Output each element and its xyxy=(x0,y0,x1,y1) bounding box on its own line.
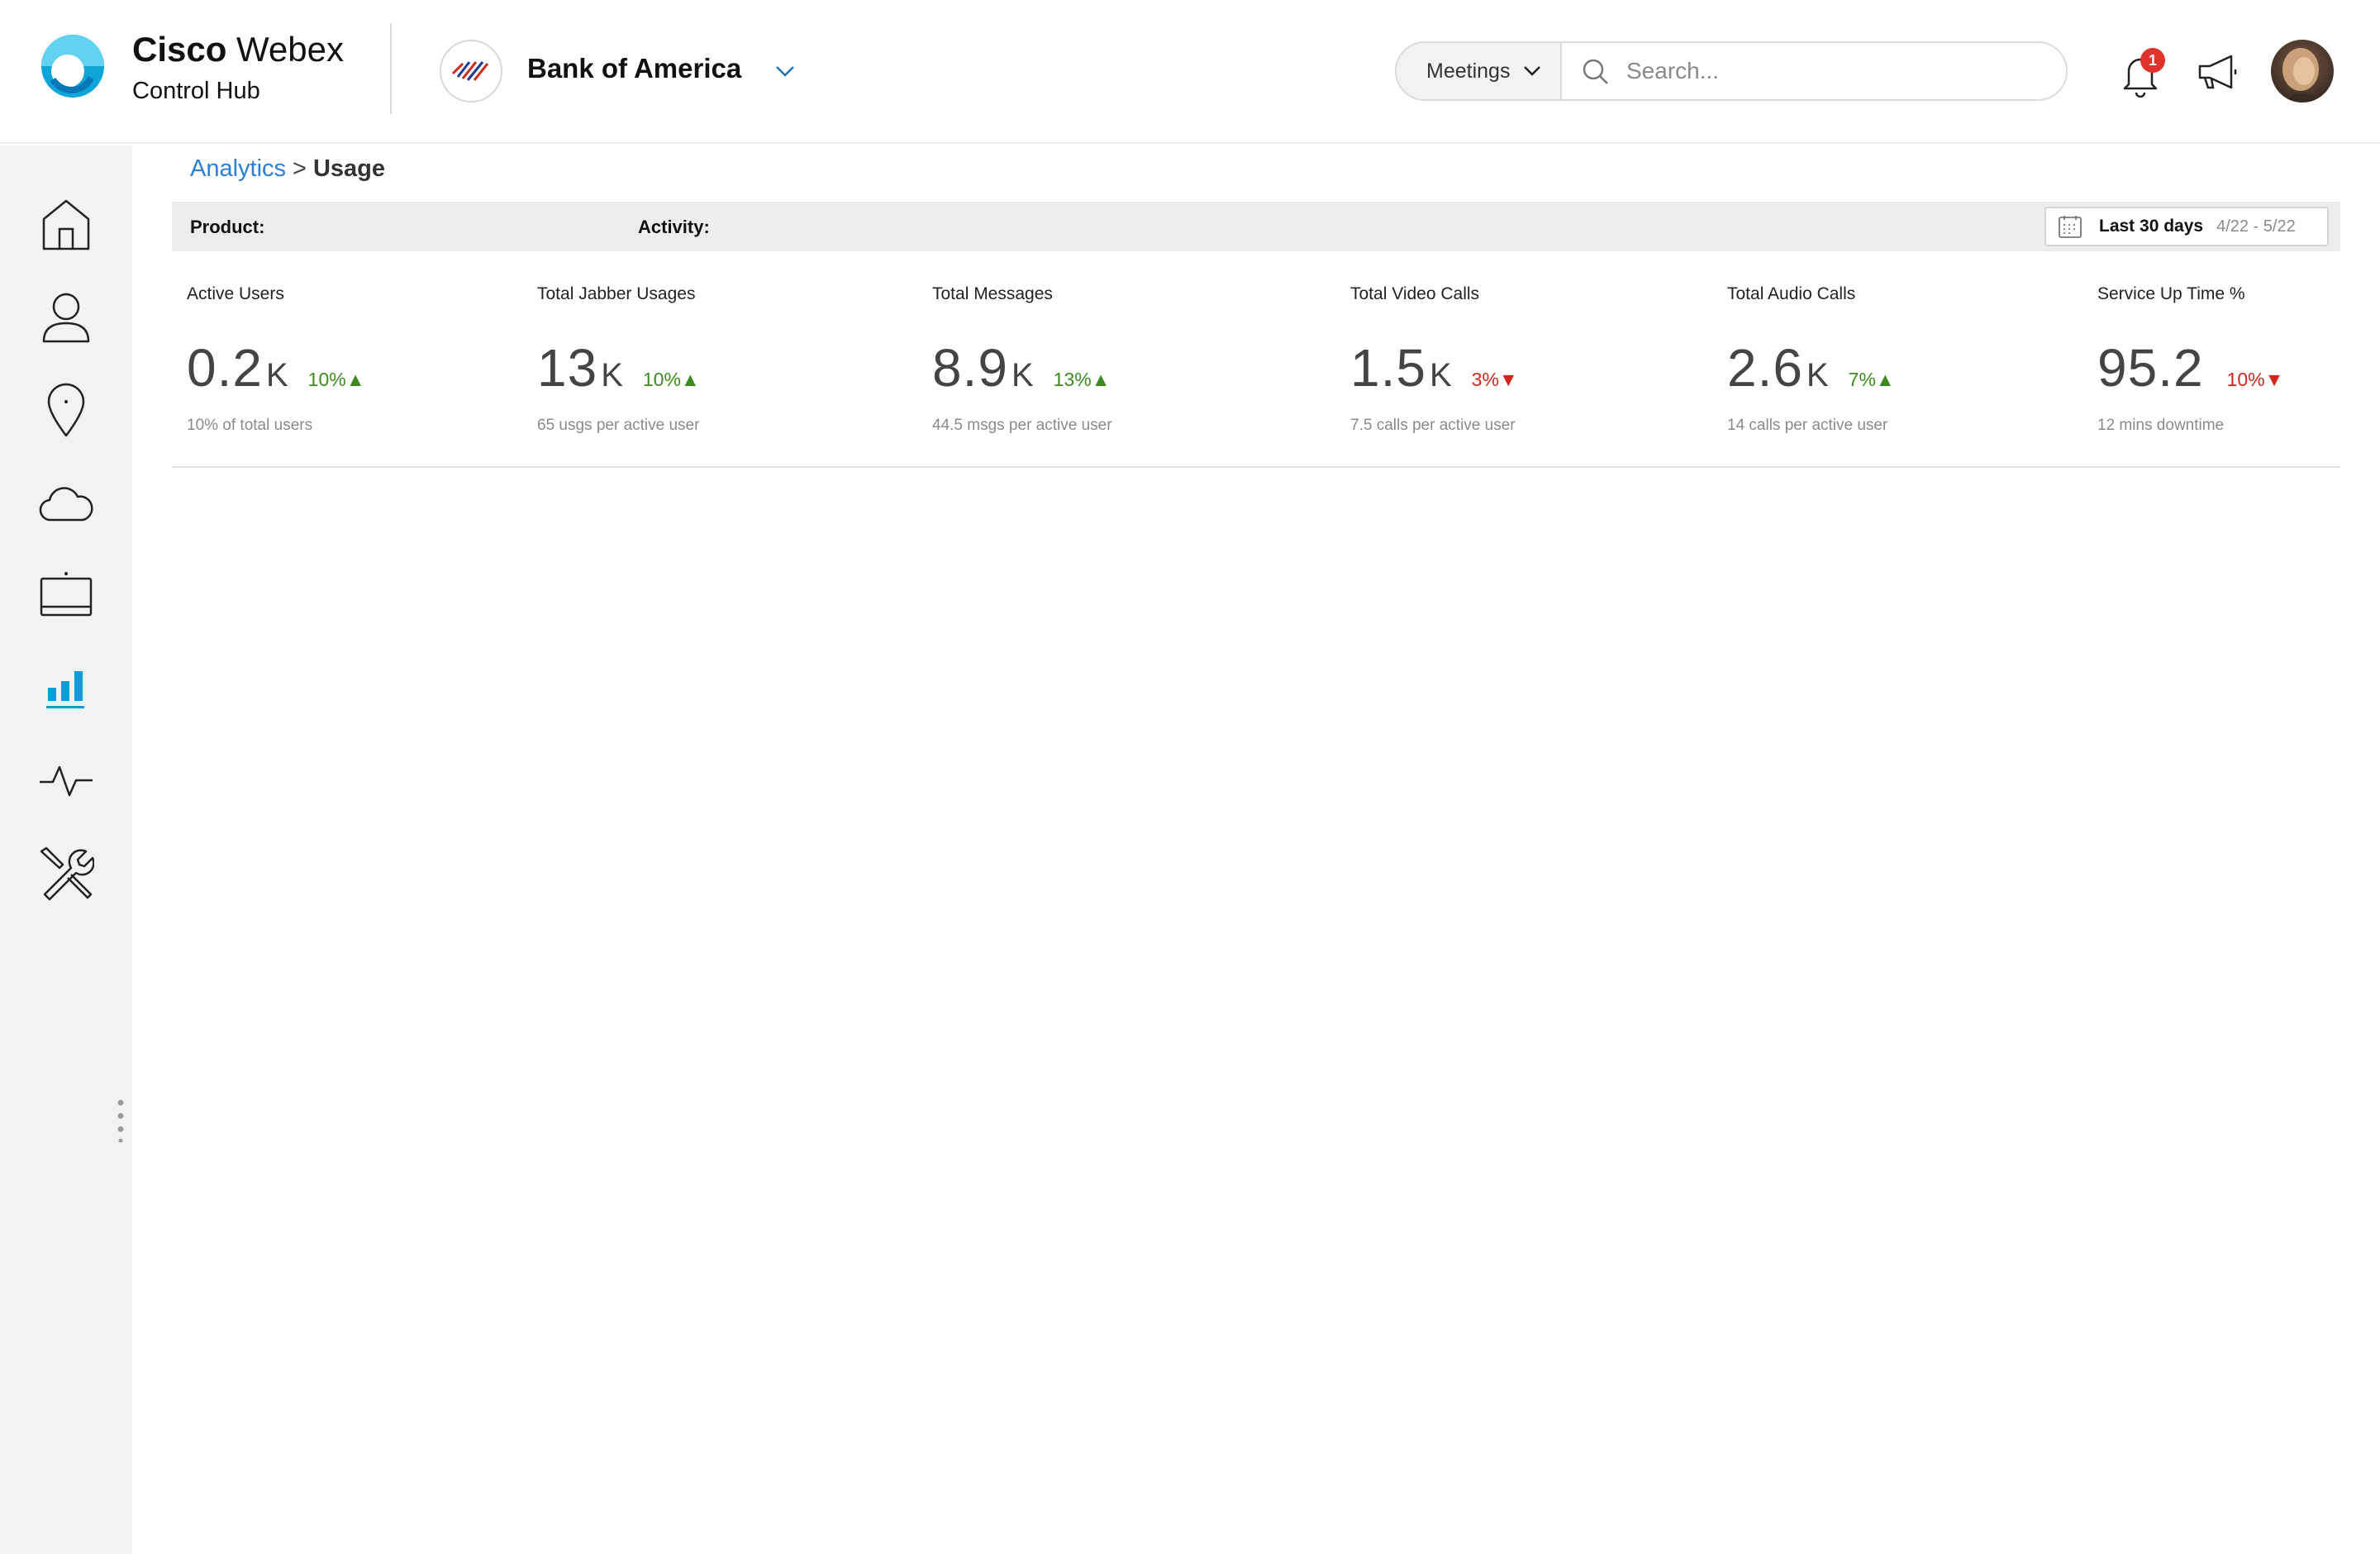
notification-count-badge: 1 xyxy=(2140,48,2165,73)
sidebar-item-home[interactable] xyxy=(30,188,102,261)
sidebar-item-management[interactable] xyxy=(30,837,102,909)
sidebar-item-locations[interactable] xyxy=(30,374,102,446)
metric-change: 13%▲ xyxy=(1053,369,1111,390)
metric-title: Total Messages xyxy=(932,284,1053,303)
breadcrumb: Analytics > Usage xyxy=(190,154,385,184)
location-pin-icon xyxy=(47,383,85,437)
brand-subtitle: Control Hub xyxy=(132,78,260,104)
date-range-picker[interactable]: Last 30 days 4/22 - 5/22 xyxy=(2044,207,2329,246)
trend-down-icon: ▼ xyxy=(1498,369,1518,390)
activity-filter[interactable]: Activity: xyxy=(638,217,710,238)
sidebar-item-analytics[interactable] xyxy=(30,651,102,724)
device-icon xyxy=(40,572,93,617)
sidebar-item-users[interactable] xyxy=(30,281,102,354)
chevron-down-icon xyxy=(1524,66,1541,76)
trend-up-icon: ▲ xyxy=(680,369,700,390)
search-scope-label: Meetings xyxy=(1426,59,1511,83)
bar-chart-icon xyxy=(46,671,84,708)
org-name[interactable]: Bank of America xyxy=(527,53,741,84)
metric-subtext: 65 usgs per active user xyxy=(537,417,700,434)
metric-title: Total Jabber Usages xyxy=(537,284,696,303)
metric-unit: K xyxy=(1429,357,1452,393)
user-avatar[interactable] xyxy=(2271,40,2334,102)
brand: Cisco Webex Control Hub xyxy=(132,30,344,106)
org-logo xyxy=(440,40,502,102)
brand-title: Cisco Webex xyxy=(132,30,345,69)
metric-unit: K xyxy=(1806,357,1829,393)
sidebar-resize-handle[interactable] xyxy=(117,1099,124,1142)
home-icon xyxy=(42,199,90,250)
calendar-icon xyxy=(2059,216,2082,238)
metric-change: 10%▼ xyxy=(2226,369,2284,390)
metric-service-up-time[interactable]: Service Up Time % 95.2 10%▼ 12 mins downt… xyxy=(2097,284,2283,435)
metric-subtext: 12 mins downtime xyxy=(2097,417,2225,434)
metric-active-users[interactable]: Active Users 0.2 K 10%▲ 10% of total users xyxy=(187,284,364,435)
tools-icon xyxy=(40,846,94,901)
pulse-icon xyxy=(40,765,93,797)
metric-change: 10%▲ xyxy=(307,369,365,390)
breadcrumb-separator: > xyxy=(293,155,307,182)
metric-total-audio-calls[interactable]: Total Audio Calls 2.6 K 7%▲ 14 calls per a… xyxy=(1727,284,1895,435)
user-icon xyxy=(42,293,90,343)
sidebar-item-services[interactable] xyxy=(30,466,102,539)
bank-flag-icon xyxy=(451,61,489,81)
product-filter[interactable]: Product: xyxy=(190,217,264,238)
org-switch-chevron-icon[interactable] xyxy=(774,61,797,81)
metric-change: 3%▼ xyxy=(1471,369,1518,390)
breadcrumb-analytics-link[interactable]: Analytics xyxy=(190,155,286,182)
trend-up-icon: ▲ xyxy=(1091,369,1111,390)
cloud-icon xyxy=(39,487,93,522)
trend-up-icon: ▲ xyxy=(1875,369,1895,390)
metric-subtext: 10% of total users xyxy=(187,417,313,434)
date-range-value: 4/22 - 5/22 xyxy=(2216,217,2296,236)
metric-unit: K xyxy=(1011,357,1034,393)
breadcrumb-current: Usage xyxy=(312,155,386,182)
metric-unit: K xyxy=(601,357,623,393)
metric-total-jabber-usages[interactable]: Total Jabber Usages 13 K 10%▲ 65 usgs per … xyxy=(537,284,700,435)
metric-total-video-calls[interactable]: Total Video Calls 1.5 K 3%▼ 7.5 calls per … xyxy=(1350,284,1518,435)
metric-title: Total Audio Calls xyxy=(1727,284,1856,303)
metric-subtext: 7.5 calls per active user xyxy=(1350,417,1516,434)
metrics-divider xyxy=(172,466,2340,468)
sidebar-item-devices[interactable] xyxy=(30,559,102,632)
trend-down-icon: ▼ xyxy=(2264,369,2284,390)
search-input[interactable] xyxy=(1626,51,2040,91)
metric-subtext: 14 calls per active user xyxy=(1727,417,1888,434)
metric-title: Active Users xyxy=(187,284,284,303)
metric-value: 8.9 xyxy=(932,338,1008,398)
sidebar-item-troubleshooting[interactable] xyxy=(30,744,102,817)
filter-bar: Product: Activity: Last 30 days 4/22 - 5… xyxy=(172,202,2340,251)
metric-unit: K xyxy=(265,357,288,393)
metric-value: 95.2 xyxy=(2097,338,2204,398)
search-bar: Meetings xyxy=(1395,41,2068,101)
metric-subtext: 44.5 msgs per active user xyxy=(932,417,1112,434)
header-divider xyxy=(390,23,392,114)
date-range-label: Last 30 days xyxy=(2099,217,2204,236)
metric-title: Service Up Time % xyxy=(2097,284,2245,303)
metric-value: 0.2 xyxy=(187,338,263,398)
search-scope-dropdown[interactable]: Meetings xyxy=(1397,43,1562,99)
metric-value: 1.5 xyxy=(1350,338,1426,398)
metric-value: 13 xyxy=(537,338,598,398)
search-icon xyxy=(1583,59,1608,84)
metric-change: 10%▲ xyxy=(642,369,700,390)
metric-title: Total Video Calls xyxy=(1350,284,1480,303)
metric-total-messages[interactable]: Total Messages 8.9 K 13%▲ 44.5 msgs per ac… xyxy=(932,284,1112,435)
top-header: Cisco Webex Control Hub Bank of America … xyxy=(0,0,2380,144)
webex-logo-icon[interactable] xyxy=(38,31,107,101)
left-sidebar xyxy=(0,145,132,1554)
metric-value: 2.6 xyxy=(1727,338,1803,398)
metric-change: 7%▲ xyxy=(1848,369,1895,390)
megaphone-icon[interactable] xyxy=(2195,51,2243,93)
trend-up-icon: ▲ xyxy=(345,369,365,390)
